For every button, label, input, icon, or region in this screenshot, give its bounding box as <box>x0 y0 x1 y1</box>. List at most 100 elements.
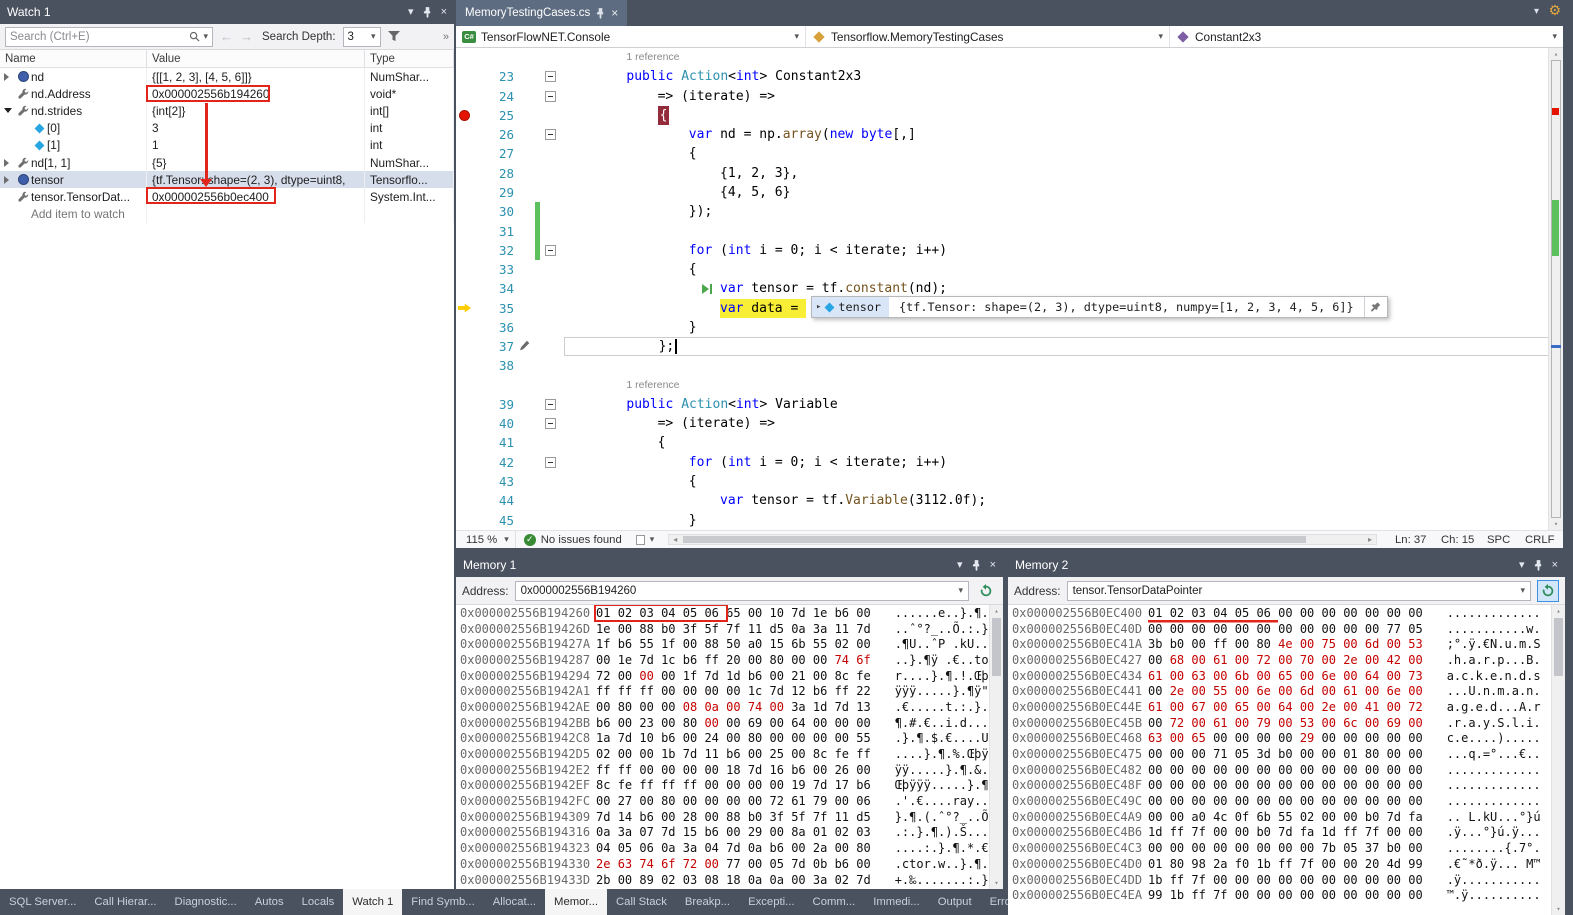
breakpoint-margin[interactable] <box>456 433 474 452</box>
refresh-icon[interactable] <box>975 580 997 602</box>
datatip-variable[interactable]: ▸ tensor <box>812 297 889 317</box>
memory-hex-bytes[interactable]: 01 02 03 04 05 06 65 00 10 7d 1e b6 00 <box>596 606 871 620</box>
code-text[interactable]: => (iterate) => <box>564 87 1563 106</box>
code-text[interactable]: } <box>564 510 1563 529</box>
breakpoint-margin[interactable] <box>456 298 474 317</box>
expander-icon[interactable] <box>4 176 15 184</box>
scroll-up-icon[interactable]: ▴ <box>990 607 1003 615</box>
refresh-icon[interactable] <box>1537 580 1559 602</box>
watch-value-cell[interactable] <box>147 206 365 223</box>
tool-window-tab[interactable]: Call Hierar... <box>85 889 165 915</box>
code-text[interactable]: public Action<int> Constant2x3 <box>564 67 1563 86</box>
memory-hex-bytes[interactable]: 61 00 63 00 6b 00 65 00 6e 00 64 00 73 <box>1148 669 1423 683</box>
scroll-up-icon[interactable]: ▴ <box>1549 50 1563 58</box>
scroll-right-icon[interactable]: ▸ <box>1364 535 1376 544</box>
memory-hex-bytes[interactable]: 1e 00 88 b0 3f 5f 7f 11 d5 0a 3a 11 7d <box>596 622 871 636</box>
fold-margin[interactable] <box>542 129 558 140</box>
watch-value-cell[interactable]: {5} <box>147 154 365 171</box>
breakpoint-margin[interactable] <box>456 491 474 510</box>
breakpoint-margin[interactable] <box>456 48 474 67</box>
breakpoint-margin[interactable] <box>456 356 474 375</box>
breakpoint-margin[interactable] <box>456 279 474 298</box>
project-dropdown[interactable]: C# TensorFlowNET.Console ▾ <box>456 26 806 47</box>
memory-hex-bytes[interactable]: 1b ff 7f 00 00 00 00 00 00 00 00 00 00 <box>1148 873 1423 887</box>
scroll-down-icon[interactable]: ▾ <box>1552 905 1565 913</box>
watch-value-cell[interactable]: {[[1, 2, 3], [4, 5, 6]]} <box>147 68 365 85</box>
memory-hex-bytes[interactable]: 00 00 00 00 00 00 00 00 00 00 00 00 00 <box>1148 794 1423 808</box>
window-position-icon[interactable]: ▾ <box>408 7 414 18</box>
code-text[interactable]: }); <box>564 202 1563 221</box>
editor-horizontal-scrollbar[interactable]: ◂ ▸ <box>668 534 1377 545</box>
watch-header-value[interactable]: Value <box>147 50 365 67</box>
scrollbar-thumb[interactable] <box>992 618 1001 676</box>
fold-collapse-icon[interactable] <box>545 71 556 82</box>
memory-hex-bytes[interactable]: b6 00 23 00 80 00 00 69 00 64 00 00 00 <box>596 716 871 730</box>
memory1-address-input[interactable]: 0x000002556B194260 ▾ <box>515 581 969 601</box>
breakpoint-margin[interactable] <box>456 87 474 106</box>
editor-vertical-scrollbar[interactable]: ▴ ▾ <box>1548 48 1563 530</box>
scroll-left-icon[interactable]: ◂ <box>669 535 681 544</box>
pin-icon[interactable] <box>423 7 432 18</box>
breakpoint-margin[interactable] <box>456 106 474 125</box>
memory-hex-bytes[interactable]: 00 00 00 00 00 00 00 00 7b 05 37 b0 00 <box>1148 841 1423 855</box>
watch-name-cell[interactable]: nd[1, 1] <box>0 154 147 171</box>
breakpoint-margin[interactable] <box>456 67 474 86</box>
watch-row[interactable]: Add item to watch <box>0 206 454 223</box>
memory-hex-bytes[interactable]: 00 2e 00 55 00 6e 00 6d 00 61 00 6e 00 <box>1148 684 1423 698</box>
memory-hex-bytes[interactable]: 00 00 00 00 00 00 00 00 00 00 00 77 05 <box>1148 622 1423 636</box>
breakpoint-margin[interactable] <box>456 164 474 183</box>
breakpoint-margin[interactable] <box>456 221 474 240</box>
watch-row[interactable]: [0]3int <box>0 120 454 137</box>
memory-hex-bytes[interactable]: 1a 7d 10 b6 00 24 00 80 00 00 00 00 55 <box>596 731 871 745</box>
memory2-scrollbar[interactable]: ▴ ▾ <box>1551 605 1565 915</box>
pin-tab-icon[interactable] <box>596 8 605 19</box>
memory-hex-bytes[interactable]: 1d ff 7f 00 00 b0 7d fa 1d ff 7f 00 00 <box>1148 825 1423 839</box>
watch-row[interactable]: tensor.TensorDat...0x000002556b0ec400Sys… <box>0 188 454 205</box>
memory-hex-bytes[interactable]: 04 05 06 0a 3a 04 7d 0a b6 00 2a 00 80 <box>596 841 871 855</box>
code-editor[interactable]: 1 reference23public Action<int> Constant… <box>456 48 1563 530</box>
memory-hex-bytes[interactable]: 1f b6 55 1f 00 88 50 a0 15 6b 55 02 00 <box>596 637 871 651</box>
expander-icon[interactable] <box>4 159 15 167</box>
breakpoint-margin[interactable] <box>456 510 474 529</box>
memory-hex-bytes[interactable]: 2b 00 89 02 03 08 18 0a 0a 00 3a 02 7d <box>596 873 871 887</box>
memory-hex-bytes[interactable]: 63 00 65 00 00 00 00 29 00 00 00 00 00 <box>1148 731 1423 745</box>
code-text[interactable]: { <box>564 472 1563 491</box>
search-depth-select[interactable]: 3 ▾ <box>343 27 381 47</box>
fold-margin[interactable] <box>542 457 558 468</box>
fold-margin[interactable] <box>542 399 558 410</box>
memory-hex-bytes[interactable]: 00 72 00 61 00 79 00 53 00 6c 00 69 00 <box>1148 716 1423 730</box>
code-text[interactable]: var nd = np.array(new byte[,] <box>564 125 1563 144</box>
datatip-expander-icon[interactable]: ▸ <box>816 302 821 312</box>
watch-name-cell[interactable]: [0] <box>0 120 147 137</box>
memory-hex-bytes[interactable]: 0a 3a 07 7d 15 b6 00 29 00 8a 01 02 03 <box>596 825 871 839</box>
memory-hex-bytes[interactable]: 02 00 00 1b 7d 11 b6 00 25 00 8c fe ff <box>596 747 871 761</box>
fold-collapse-icon[interactable] <box>545 91 556 102</box>
window-position-icon[interactable]: ▾ <box>1519 560 1525 571</box>
code-text[interactable]: 1 reference <box>564 376 1563 395</box>
expander-icon[interactable] <box>4 73 15 81</box>
memory-hex-bytes[interactable]: 3b b0 00 ff 00 80 4e 00 75 00 6d 00 53 <box>1148 637 1423 651</box>
memory-hex-bytes[interactable]: 00 00 a0 4c 0f 6b 55 02 00 00 b0 7d fa <box>1148 810 1423 824</box>
close-tab-icon[interactable]: × <box>611 6 618 20</box>
watch-value-cell[interactable]: 3 <box>147 120 365 137</box>
code-text[interactable]: { <box>564 433 1563 452</box>
memory-hex-bytes[interactable]: 00 00 00 71 05 3d b0 00 00 01 80 00 00 <box>1148 747 1423 761</box>
memory-hex-bytes[interactable]: 00 00 00 00 00 00 00 00 00 00 00 00 00 <box>1148 763 1423 777</box>
watch-value-cell[interactable]: 0x000002556b194260 <box>147 85 365 102</box>
search-dropdown-icon[interactable]: ▾ <box>203 31 208 42</box>
code-text[interactable]: 1 reference <box>564 48 1563 67</box>
breakpoint-margin[interactable] <box>456 183 474 202</box>
window-position-icon[interactable]: ▾ <box>957 560 963 571</box>
scroll-up-icon[interactable]: ▴ <box>1552 607 1565 615</box>
watch-row[interactable]: nd.strides{int[2]}int[] <box>0 102 454 119</box>
code-text[interactable]: {4, 5, 6} <box>564 183 1563 202</box>
code-text[interactable]: for (int i = 0; i < iterate; i++) <box>564 453 1563 472</box>
code-text[interactable]: var tensor = tf.Variable(3112.0f); <box>564 491 1563 510</box>
watch-value-cell[interactable]: 0x000002556b0ec400 <box>147 188 365 205</box>
code-text[interactable]: { <box>564 260 1563 279</box>
watch-header-type[interactable]: Type <box>365 50 454 67</box>
tool-window-tab[interactable]: Autos <box>246 889 293 915</box>
tool-window-tab[interactable]: Excepti... <box>739 889 803 915</box>
watch-titlebar[interactable]: Watch 1 ▾ × <box>0 0 454 24</box>
memory-hex-bytes[interactable]: 01 80 98 2a f0 1b ff 7f 00 00 20 4d 99 <box>1148 857 1423 871</box>
